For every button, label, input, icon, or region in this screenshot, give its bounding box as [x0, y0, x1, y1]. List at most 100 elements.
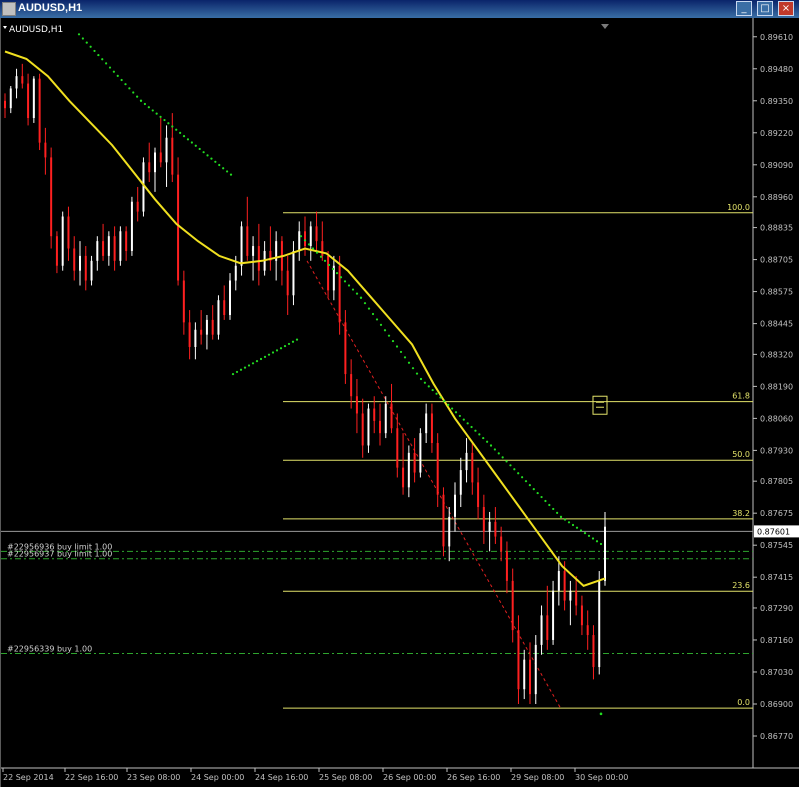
minimize-button[interactable]: _: [736, 1, 752, 16]
candle-body: [15, 76, 18, 89]
candle-body: [419, 433, 422, 473]
price-tick-label: 0.87160: [760, 636, 793, 645]
candle-body: [125, 231, 128, 251]
price-tick-label: 0.87545: [760, 541, 793, 550]
trailing-stop-dot: [275, 349, 279, 352]
close-button[interactable]: ×: [778, 1, 794, 16]
trailing-stop-dot: [407, 361, 411, 364]
candle-body: [459, 470, 462, 495]
price-tick-label: 0.88445: [760, 320, 793, 329]
trailing-stop-dot: [513, 468, 516, 471]
window-titlebar[interactable]: AUDUSD,H1 _ □ ×: [0, 0, 799, 18]
trailing-stop-dot: [210, 157, 213, 160]
trailing-stop-dot: [375, 318, 379, 321]
price-tick-label: 0.88575: [760, 288, 793, 297]
trailing-stop-dot: [267, 353, 271, 356]
trailing-stop-dot: [439, 396, 442, 399]
trailing-stop-dot: [458, 414, 461, 418]
candle-body: [177, 174, 180, 281]
candle-body: [171, 137, 174, 175]
candle-body: [102, 241, 105, 256]
candle-body: [90, 260, 93, 281]
maximize-button[interactable]: □: [757, 1, 773, 16]
trailing-stop-dot: [486, 440, 489, 443]
price-chart[interactable]: 0.89610 0.89480 0.89350 0.89220 0.89090 0.889…: [1, 18, 799, 787]
candle-body: [73, 248, 76, 271]
candle-body: [379, 420, 381, 434]
candle-body: [79, 255, 81, 271]
trailing-stop-dot: [536, 491, 539, 495]
candle-body: [529, 659, 531, 695]
trailing-stop-dot: [466, 422, 469, 425]
candle-body: [130, 201, 133, 251]
candle-body: [240, 226, 243, 266]
trailing-stop-dot: [359, 296, 363, 299]
trailing-stop-dot: [108, 66, 112, 69]
symbol-label: AUDUSD,H1: [9, 25, 63, 35]
trailing-stop-dot: [489, 444, 493, 447]
candle-body: [540, 615, 543, 645]
trailing-stop-dot: [387, 334, 391, 337]
time-tick-label: 22 Sep 2014: [3, 773, 54, 782]
candle-body: [494, 521, 497, 537]
trailing-stop-dot: [283, 344, 287, 348]
candle-body: [113, 236, 116, 261]
candle-body: [321, 241, 324, 256]
time-tick-label: 22 Sep 16:00: [65, 773, 118, 782]
trailing-stop-dot: [136, 95, 139, 98]
trailing-stop-dot: [563, 518, 567, 521]
trailing-stop-dot: [287, 342, 291, 346]
trailing-stop-dot: [315, 251, 319, 254]
fib-level-label: 100.0: [727, 203, 750, 212]
candle-body: [252, 246, 255, 256]
trailing-stop-dot: [497, 452, 500, 455]
candle-body: [9, 88, 12, 109]
candle-body: [477, 482, 480, 508]
trailing-stop-dot: [575, 526, 579, 529]
trailing-stop-dot: [259, 357, 263, 361]
candle-body: [309, 226, 312, 247]
trailing-stop-dot: [423, 381, 426, 384]
trailing-stop-dot: [595, 540, 599, 543]
trailing-stop-dot: [194, 144, 197, 147]
price-tick-label: 0.87675: [760, 509, 793, 518]
candle-body: [136, 201, 139, 212]
trailing-stop-dot: [501, 456, 504, 459]
trailing-stop-dot: [243, 366, 247, 369]
candle-body: [390, 403, 393, 429]
candle-body: [44, 142, 47, 158]
trailing-stop-dot: [171, 125, 174, 128]
candle-body: [505, 551, 508, 581]
trailing-stop-dot: [159, 115, 162, 118]
candle-body: [586, 625, 589, 636]
candle-body: [107, 236, 110, 256]
candle-body: [569, 590, 572, 601]
trailing-stop-dot: [231, 372, 235, 376]
trailing-stop-dot: [482, 436, 485, 440]
trailing-stop-dot: [419, 377, 423, 381]
candle-body: [575, 590, 578, 606]
candle-body: [159, 152, 162, 163]
trailing-stop-dot: [599, 542, 603, 546]
fib-level-label: 61.8: [732, 392, 750, 401]
price-tick-label: 0.86900: [760, 700, 793, 709]
candle-body: [534, 644, 537, 695]
candle-body: [598, 580, 601, 668]
trailing-stop-dot: [218, 163, 221, 167]
trailing-stop-dot: [532, 488, 535, 491]
trailing-stop-dot: [89, 45, 92, 48]
price-tick-label: 0.87290: [760, 604, 793, 613]
candle-body: [407, 452, 410, 488]
trailing-stop-dot: [139, 99, 143, 102]
candle-body: [592, 635, 595, 668]
trailing-stop-dot: [247, 364, 251, 367]
time-tick-label: 29 Sep 08:00: [511, 773, 564, 782]
chart-area[interactable]: 0.89610 0.89480 0.89350 0.89220 0.89090 0.889…: [0, 18, 799, 787]
candle-body: [257, 246, 260, 271]
trailing-stop-dot: [202, 151, 205, 154]
candle-body: [21, 76, 24, 84]
trailing-stop-dot: [379, 323, 383, 326]
candle-body: [188, 322, 191, 347]
candle-body: [304, 231, 306, 247]
trailing-stop-dot: [431, 388, 434, 392]
